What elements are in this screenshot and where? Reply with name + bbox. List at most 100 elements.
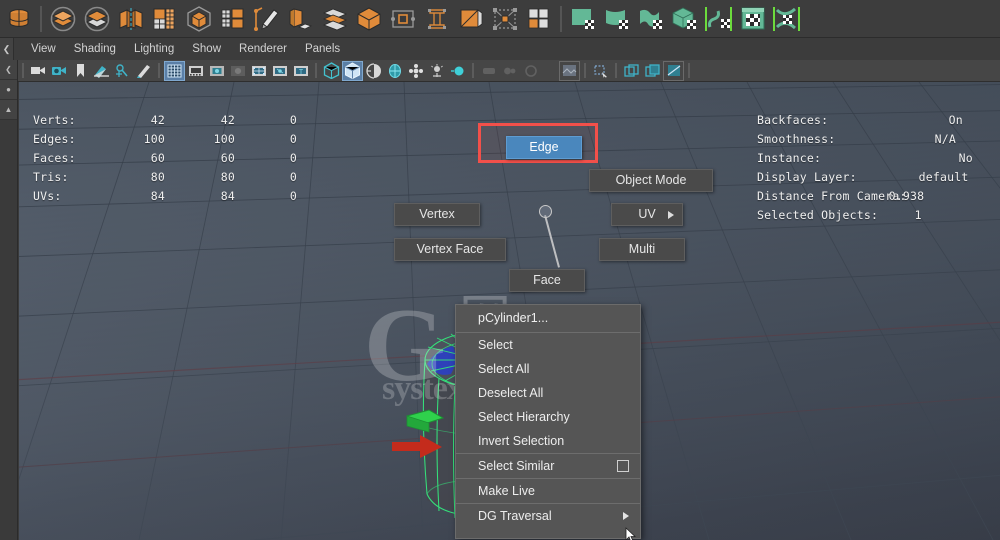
motion-blur-icon[interactable]: [447, 61, 468, 81]
smooth-shade-all-icon[interactable]: [342, 60, 363, 81]
hud-stats-right: Backfaces: On Smoothness: N/A Instance: …: [757, 85, 973, 255]
context-menu-header: pCylinder1...: [478, 311, 549, 325]
image-plane-icon[interactable]: [91, 61, 112, 81]
hud-value-selected-objects: 1: [914, 208, 922, 222]
shelf-icon-sculpt-brush[interactable]: [250, 2, 284, 36]
hud-tris-col3: 0: [289, 170, 297, 184]
use-all-lights-icon[interactable]: [384, 61, 405, 81]
panel-collapse-icon[interactable]: ❮: [0, 38, 14, 60]
ctx-make-live[interactable]: Make Live: [456, 479, 640, 503]
shelf-icon-transform-cage[interactable]: [488, 2, 522, 36]
ctx-deselect-all[interactable]: Deselect All: [456, 381, 640, 405]
shelf-icon-reduce[interactable]: [352, 2, 386, 36]
film-gate-icon[interactable]: [185, 61, 206, 81]
shelf-icon-multi-cut[interactable]: [216, 2, 250, 36]
grease-pencil-icon[interactable]: [133, 61, 154, 81]
ctx-select-similar-label: Select Similar: [478, 459, 555, 473]
hud-verts-col3: 0: [289, 113, 297, 127]
gate-mask-icon[interactable]: [227, 61, 248, 81]
menu-shading[interactable]: Shading: [65, 39, 125, 59]
ctx-invert-selection[interactable]: Invert Selection: [456, 429, 640, 453]
shelf-icon-bridge[interactable]: [420, 2, 454, 36]
safe-action-icon[interactable]: [269, 61, 290, 81]
menu-panels[interactable]: Panels: [296, 39, 349, 59]
ctx-clipped-item[interactable]: [456, 528, 640, 538]
wireframe-shading-icon[interactable]: [321, 61, 342, 81]
menu-view[interactable]: View: [22, 39, 65, 59]
screen-space-ao-icon[interactable]: [426, 61, 447, 81]
hud-row-smoothness: Smoothness: N/A: [757, 132, 973, 151]
hud-row-verts: Verts: 42 42 0: [33, 113, 297, 132]
menu-renderer[interactable]: Renderer: [230, 39, 296, 59]
texture-toggle-icon[interactable]: [559, 60, 580, 81]
shaded-wireframe-icon[interactable]: [363, 61, 384, 81]
resolution-gate-icon[interactable]: [206, 61, 227, 81]
two-d-pan-zoom-icon[interactable]: [112, 61, 133, 81]
ctx-select-hierarchy[interactable]: Select Hierarchy: [456, 405, 640, 429]
marking-menu-vertex-face[interactable]: Vertex Face: [394, 238, 506, 261]
hud-tris-col1: 80: [150, 170, 165, 184]
depth-of-field-icon[interactable]: [499, 61, 520, 81]
shelf-icon-polygon-primitive[interactable]: [2, 2, 36, 36]
shadows-icon[interactable]: [405, 61, 426, 81]
safe-title-icon[interactable]: T: [290, 61, 311, 81]
select-camera-icon[interactable]: [28, 61, 49, 81]
option-box-icon[interactable]: [617, 460, 629, 472]
camera-attributes-icon[interactable]: [49, 61, 70, 81]
menu-lighting[interactable]: Lighting: [125, 39, 183, 59]
toolbar-separator-3: [472, 63, 474, 78]
bookmark-icon[interactable]: [70, 61, 91, 81]
marking-menu-multi[interactable]: Multi: [599, 238, 685, 261]
menu-show[interactable]: Show: [183, 39, 230, 59]
shelf-icon-uv-cylindrical[interactable]: [600, 2, 634, 36]
shelf-icon-target-weld[interactable]: [386, 2, 420, 36]
ctx-select-all[interactable]: Select All: [456, 357, 640, 381]
shelf-icon-mirror-geometry[interactable]: [114, 2, 148, 36]
exposure-icon[interactable]: [663, 60, 684, 81]
shelf-icon-extrude[interactable]: [284, 2, 318, 36]
hud-row-tris: Tris: 80 80 0: [33, 170, 297, 189]
hud-row-backfaces: Backfaces: On: [757, 113, 973, 132]
hud-row-instance: Instance: No: [757, 151, 973, 170]
xray-joints-icon[interactable]: [642, 61, 663, 81]
grid-toggle-icon[interactable]: [164, 60, 185, 81]
shelf-icon-uv-planar[interactable]: [566, 2, 600, 36]
shelf-icon-fill-hole[interactable]: [454, 2, 488, 36]
context-menu[interactable]: pCylinder1... Select Select All Deselect…: [455, 304, 641, 539]
marking-menu-uv[interactable]: UV: [611, 203, 683, 226]
toolbox-expand-icon[interactable]: ▲: [0, 100, 17, 120]
hud-verts-col1: 42: [150, 113, 165, 127]
chevron-right-icon: [668, 210, 674, 219]
marking-menu-vertex[interactable]: Vertex: [394, 203, 480, 226]
hud-verts-col2: 42: [220, 113, 235, 127]
shelf-icon-uv-editor[interactable]: [736, 2, 770, 36]
field-chart-icon[interactable]: [248, 61, 269, 81]
ctx-select-similar[interactable]: Select Similar: [456, 454, 640, 478]
ctx-select[interactable]: Select: [456, 333, 640, 357]
shelf-icon-quad-draw[interactable]: [522, 2, 556, 36]
shelf-icon-combine[interactable]: [46, 2, 80, 36]
toolbox-snap-icon[interactable]: ●: [0, 80, 17, 100]
hud-row-distance-from-camera: Distance From Camera: 0.938: [757, 189, 973, 208]
shelf-icon-uv-cut-sew[interactable]: [770, 2, 804, 36]
marking-menu-object-mode[interactable]: Object Mode: [589, 169, 713, 192]
xray-icon[interactable]: [590, 61, 611, 81]
shelf-icon-smooth[interactable]: [148, 2, 182, 36]
multisample-icon[interactable]: [478, 61, 499, 81]
shelf-separator-2: [560, 5, 562, 32]
toolbar-separator-0: [22, 63, 24, 78]
isolate-select-icon[interactable]: [621, 61, 642, 81]
hud-uvs-col1: 84: [150, 189, 165, 203]
shelf-icon-uv-spherical[interactable]: [634, 2, 668, 36]
hud-row-uvs: UVs: 84 84 0: [33, 189, 297, 208]
viewport-fx-icon[interactable]: [520, 61, 541, 81]
shelf-icon-bevel[interactable]: [318, 2, 352, 36]
marking-menu-edge[interactable]: Edge: [506, 136, 582, 159]
ctx-dg-traversal[interactable]: DG Traversal: [456, 504, 640, 528]
shelf-icon-uv-automatic[interactable]: [668, 2, 702, 36]
toolbox-collapse-icon[interactable]: ❮: [0, 60, 17, 80]
shelf-icon-separate[interactable]: [80, 2, 114, 36]
shelf-icon-cube-boolean[interactable]: [182, 2, 216, 36]
shelf-icon-uv-unfold[interactable]: [702, 2, 736, 36]
marking-menu-face[interactable]: Face: [509, 269, 585, 292]
